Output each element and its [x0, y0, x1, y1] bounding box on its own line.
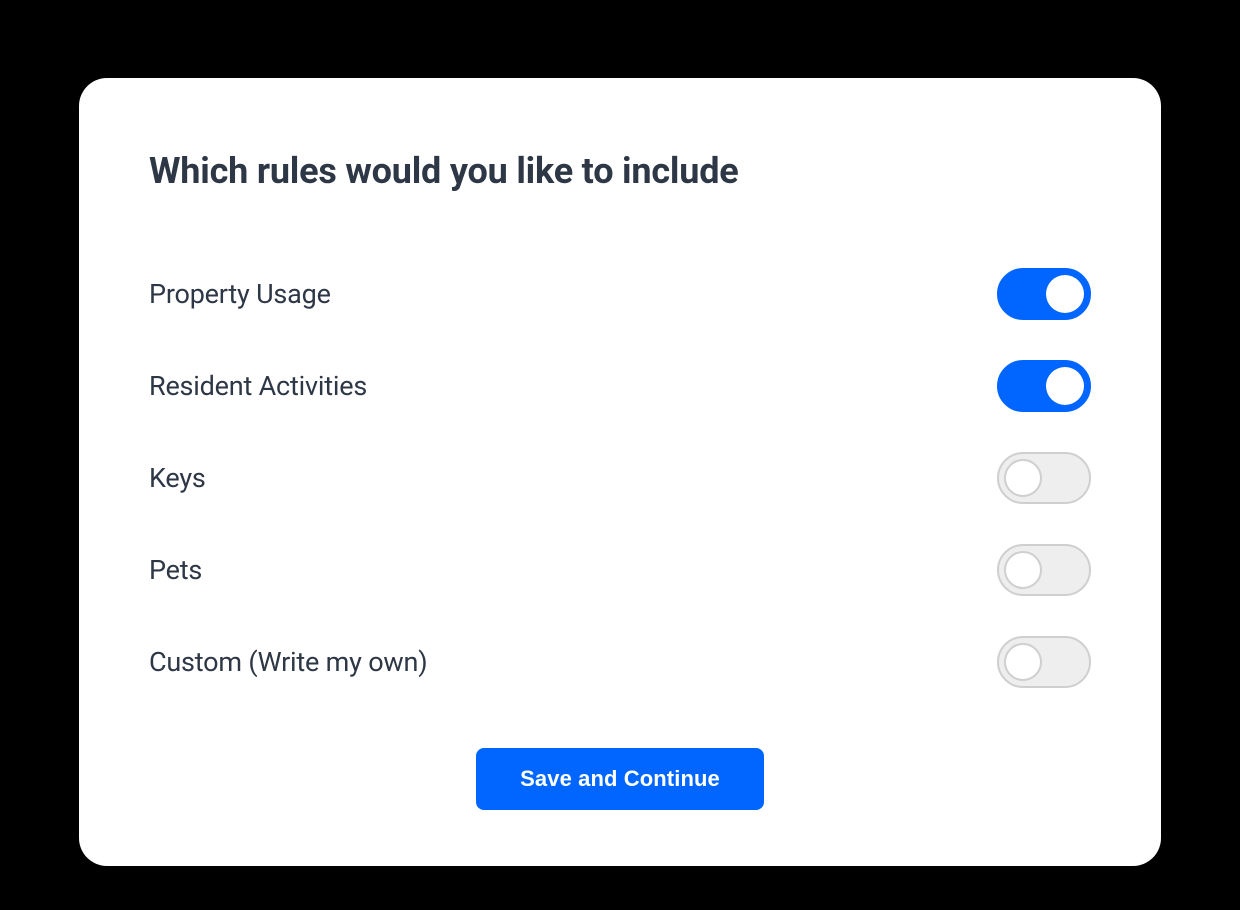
toggle-custom[interactable] — [997, 636, 1091, 688]
toggle-property-usage[interactable] — [997, 268, 1091, 320]
toggle-resident-activities[interactable] — [997, 360, 1091, 412]
toggle-keys[interactable] — [997, 452, 1091, 504]
rule-label: Property Usage — [149, 278, 331, 310]
toggle-knob — [1004, 459, 1042, 497]
rules-card: Which rules would you like to include Pr… — [79, 78, 1161, 866]
rules-list: Property Usage Resident Activities Keys … — [149, 268, 1091, 688]
rule-row-keys: Keys — [149, 452, 1091, 504]
rule-row-custom: Custom (Write my own) — [149, 636, 1091, 688]
rule-row-property-usage: Property Usage — [149, 268, 1091, 320]
rule-label: Resident Activities — [149, 370, 367, 402]
page-title: Which rules would you like to include — [149, 150, 1091, 192]
toggle-knob — [1046, 275, 1084, 313]
toggle-knob — [1004, 551, 1042, 589]
toggle-knob — [1046, 367, 1084, 405]
rule-label: Keys — [149, 462, 206, 494]
toggle-pets[interactable] — [997, 544, 1091, 596]
card-footer: Save and Continue — [149, 736, 1091, 810]
rule-row-pets: Pets — [149, 544, 1091, 596]
toggle-knob — [1004, 643, 1042, 681]
rule-row-resident-activities: Resident Activities — [149, 360, 1091, 412]
rule-label: Pets — [149, 554, 202, 586]
rule-label: Custom (Write my own) — [149, 646, 427, 678]
save-and-continue-button[interactable]: Save and Continue — [476, 748, 764, 810]
